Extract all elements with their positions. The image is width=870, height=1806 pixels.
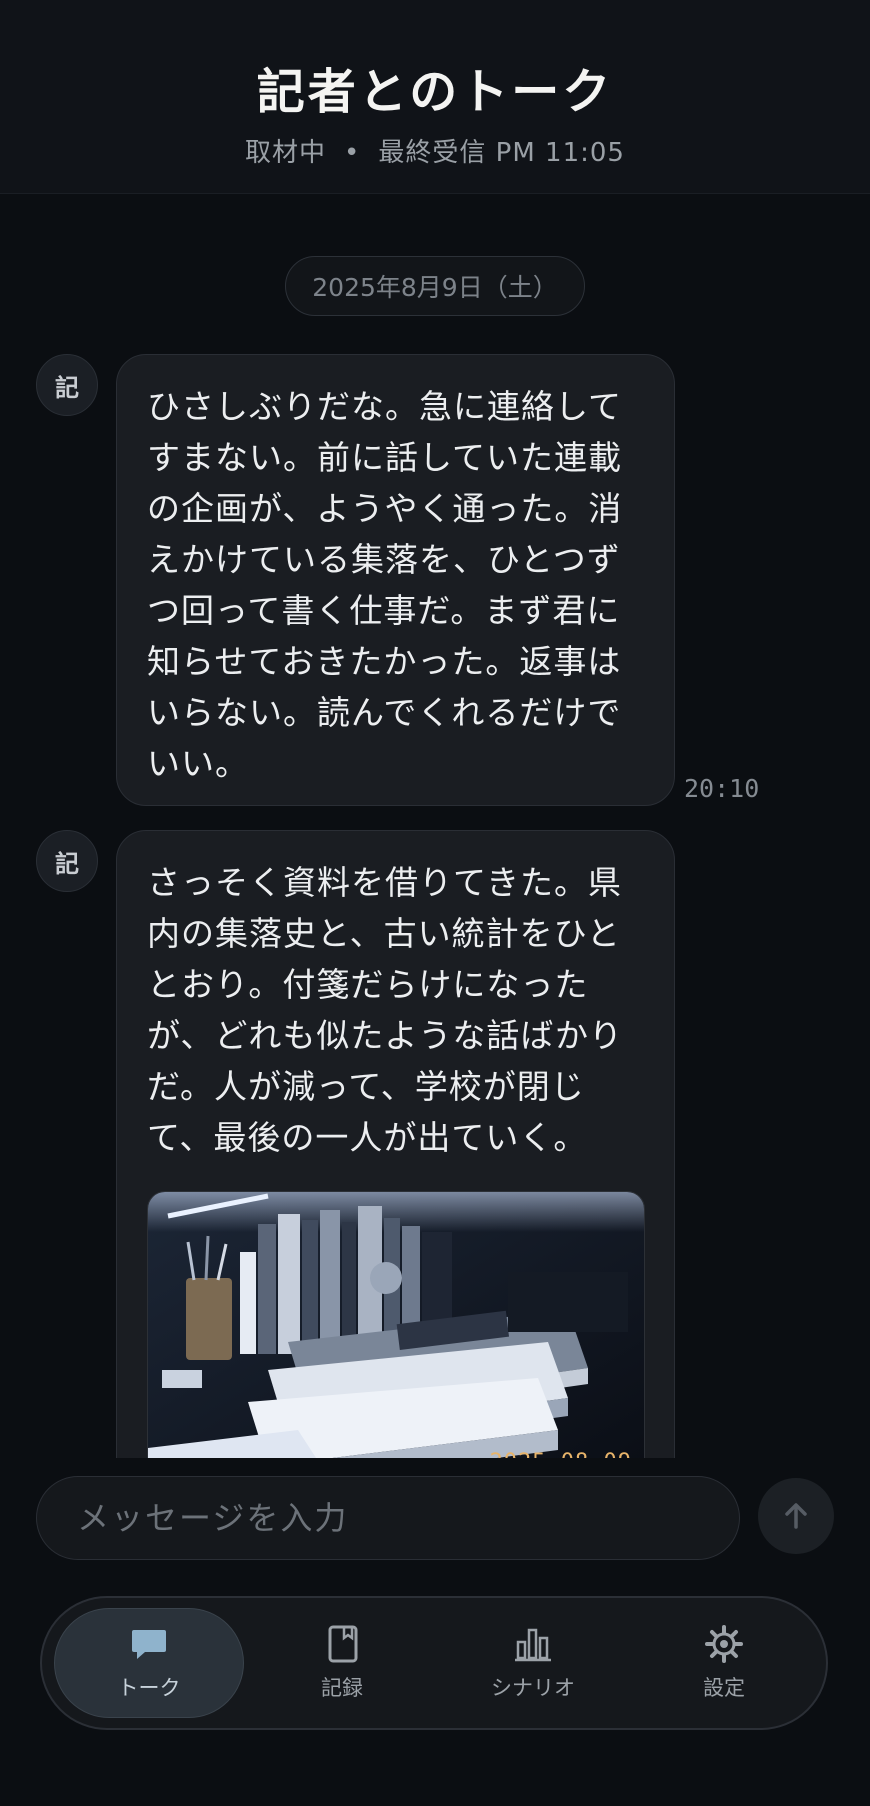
tab-label: トーク [117,1676,181,1700]
attached-photo[interactable]: 2025.08.09 [147,1191,645,1458]
last-received-text: 最終受信 PM 11:05 [378,138,625,168]
message-text: さっそく資料を借りてきた。県内の集落史と、古い統計をひととおり。付箋だらけになっ… [147,863,623,1157]
photo-date-stamp: 2025.08.09 [490,1437,632,1458]
chat-bubble-icon [132,1630,166,1659]
tab-label: 記録 [321,1676,363,1700]
tab-record[interactable]: 記録 [247,1608,437,1718]
gear-icon [705,1625,743,1663]
message-time: 20:10 [684,774,760,803]
sender-avatar[interactable]: 記 [36,830,98,892]
bottom-tab-bar: トーク 記録 シナリオ 設定 [40,1596,828,1730]
send-button[interactable] [758,1478,834,1554]
message-bubble[interactable]: ひさしぶりだな。急に連絡してすまない。前に話していた連載の企画が、ようやく通った… [116,354,675,806]
arrow-up-icon [785,1503,807,1529]
page-title: 記者とのトーク [256,64,614,120]
tab-label: シナリオ [491,1676,575,1700]
header-status: 取材中 • 最終受信 PM 11:05 [0,132,870,169]
tab-talk[interactable]: トーク [54,1608,244,1718]
bookshelf-desk-photo [148,1192,644,1458]
message-composer [36,1476,740,1560]
separator-dot: • [344,138,361,168]
notebook-icon [328,1625,358,1663]
message-list[interactable]: 2025年8月9日（土） 記 ひさしぶりだな。急に連絡してすまない。前に話してい… [0,194,870,1458]
sender-avatar[interactable]: 記 [36,354,98,416]
message-bubble[interactable]: さっそく資料を借りてきた。県内の集落史と、古い統計をひととおり。付箋だらけになっ… [116,830,675,1458]
date-divider: 2025年8月9日（土） [285,256,585,316]
tab-settings[interactable]: 設定 [629,1608,819,1718]
chat-header: 記者とのトーク 取材中 • 最終受信 PM 11:05 [0,0,870,194]
tab-label: 設定 [703,1676,745,1700]
message-input[interactable] [37,1477,739,1559]
tab-scenario[interactable]: シナリオ [438,1608,628,1718]
status-text: 取材中 [245,138,327,168]
bar-chart-icon [515,1628,551,1662]
message-text: ひさしぶりだな。急に連絡してすまない。前に話していた連載の企画が、ようやく通った… [147,387,623,783]
